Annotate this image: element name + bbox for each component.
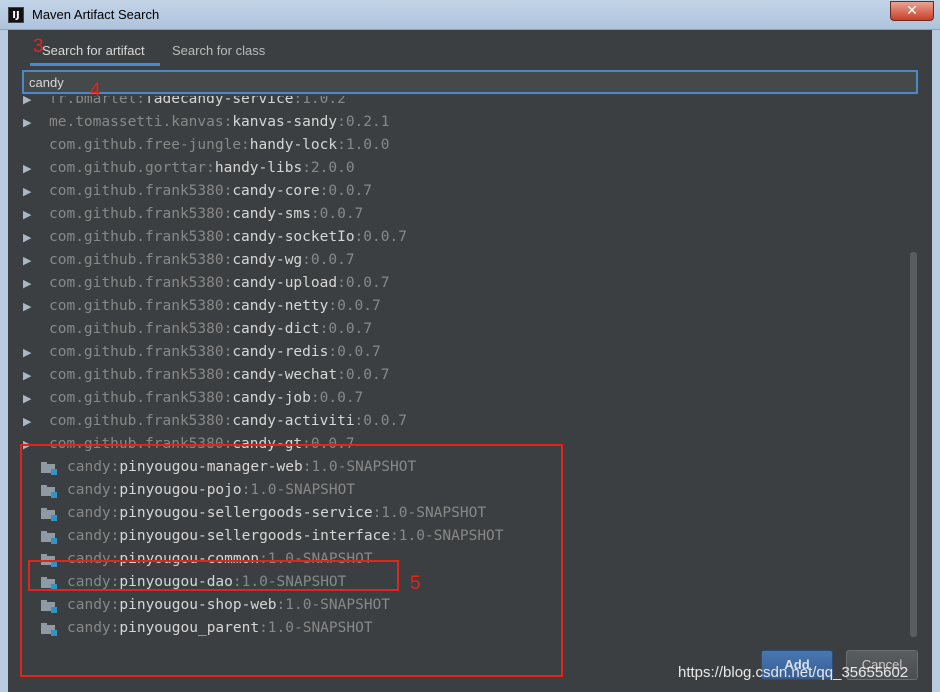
- result-row[interactable]: ▶ fr.bmartel:fadecandy-service:1.0.2: [20, 96, 346, 111]
- result-artifact-id: candy-core: [232, 183, 320, 199]
- tab-search-for-artifact[interactable]: Search for artifact: [42, 43, 145, 58]
- expand-arrow-icon[interactable]: ▶: [23, 249, 31, 272]
- result-group-id: com.github.frank5380:: [49, 252, 233, 268]
- result-row[interactable]: ▶ com.github.frank5380:candy-activiti:0.0…: [20, 410, 407, 433]
- result-group-id: com.github.free-jungle:: [49, 137, 250, 153]
- result-version: :0.0.7: [337, 367, 390, 383]
- result-group-id: com.github.frank5380:: [49, 183, 233, 199]
- result-row[interactable]: ▶ com.github.frank5380:candy-redis:0.0.7: [20, 341, 381, 364]
- result-artifact-id: candy-sms: [232, 206, 311, 222]
- tab-search-for-class[interactable]: Search for class: [172, 43, 265, 58]
- result-group-id: com.github.frank5380:: [49, 390, 233, 406]
- expand-arrow-icon[interactable]: ▶: [23, 295, 31, 318]
- result-row[interactable]: ▶ com.github.frank5380:candy-wg:0.0.7: [20, 249, 355, 272]
- annotation-box-pinyougou-dao: [28, 560, 399, 591]
- result-group-id: com.github.frank5380:: [49, 321, 233, 337]
- result-version: :1.0.0: [337, 137, 390, 153]
- result-version: :0.0.7: [319, 183, 373, 199]
- result-group-id: me.tomassetti.kanvas:: [49, 114, 233, 130]
- result-group-id: com.github.frank5380:: [49, 298, 233, 314]
- close-icon: ✕: [906, 3, 918, 19]
- result-artifact-id: candy-wg: [232, 252, 303, 268]
- result-group-id: com.github.frank5380:: [49, 344, 233, 360]
- active-tab-indicator: [30, 63, 160, 66]
- result-artifact-id: candy-activiti: [232, 413, 355, 429]
- result-row[interactable]: ▶ com.github.frank5380:candy-socketIo:0.0…: [20, 226, 407, 249]
- expand-arrow-icon[interactable]: ▶: [23, 96, 31, 111]
- result-row[interactable]: ▶ com.github.frank5380:candy-sms:0.0.7: [20, 203, 363, 226]
- title-bar[interactable]: IJ Maven Artifact Search ✕: [0, 0, 940, 30]
- result-version: :0.0.7: [328, 298, 381, 314]
- result-version: :1.0.2: [293, 96, 346, 107]
- result-artifact-id: candy-socketIo: [232, 229, 355, 245]
- result-artifact-id: candy-netty: [232, 298, 329, 314]
- result-group-id: com.github.frank5380:: [49, 206, 233, 222]
- window-frame-right: [932, 30, 940, 692]
- result-group-id: com.github.gorttar:: [49, 160, 215, 176]
- result-version: :0.0.7: [354, 413, 407, 429]
- result-version: :2.0.0: [302, 160, 355, 176]
- result-artifact-id: candy-upload: [232, 275, 338, 291]
- scrollbar-thumb[interactable]: [910, 252, 917, 637]
- annotation-number-4: 4: [90, 80, 101, 101]
- expand-arrow-icon[interactable]: ▶: [23, 111, 31, 134]
- result-artifact-id: candy-redis: [232, 344, 329, 360]
- result-row[interactable]: ▶ com.github.frank5380:candy-upload:0.0.7: [20, 272, 389, 295]
- result-group-id: com.github.frank5380:: [49, 367, 233, 383]
- result-artifact-id: handy-lock: [249, 137, 338, 153]
- result-group-id: com.github.frank5380:: [49, 229, 233, 245]
- result-row[interactable]: ▶ com.github.frank5380:candy-netty:0.0.7: [20, 295, 381, 318]
- result-row[interactable]: ▶ com.github.gorttar:handy-libs:2.0.0: [20, 157, 355, 180]
- result-row[interactable]: ▶ com.github.frank5380:candy-wechat:0.0.7: [20, 364, 389, 387]
- result-group-id: com.github.frank5380:: [49, 275, 233, 291]
- result-artifact-id: candy-job: [232, 390, 311, 406]
- intellij-icon: IJ: [8, 7, 24, 23]
- result-artifact-id: candy-dict: [232, 321, 320, 337]
- expand-arrow-icon[interactable]: ▶: [23, 341, 31, 364]
- expand-arrow-icon[interactable]: ▶: [23, 387, 31, 410]
- annotation-number-3: 3: [33, 36, 44, 57]
- result-version: :0.0.7: [354, 229, 407, 245]
- window-frame-left: [0, 30, 8, 692]
- result-version: :0.0.7: [310, 206, 364, 222]
- result-version: :0.0.7: [319, 321, 373, 337]
- result-artifact-id: fadecandy-service: [145, 96, 294, 107]
- result-row[interactable]: ▶ me.tomassetti.kanvas:kanvas-sandy:0.2.1: [20, 111, 389, 134]
- expand-arrow-icon[interactable]: ▶: [23, 272, 31, 295]
- result-version: :0.0.7: [328, 344, 381, 360]
- expand-arrow-icon[interactable]: ▶: [23, 180, 31, 203]
- result-row[interactable]: com.github.free-jungle:handy-lock:1.0.0: [20, 134, 390, 157]
- window-title: Maven Artifact Search: [32, 7, 160, 22]
- expand-arrow-icon[interactable]: ▶: [23, 226, 31, 249]
- expand-arrow-icon[interactable]: ▶: [23, 410, 31, 433]
- result-version: :0.0.7: [337, 275, 390, 291]
- expand-arrow-icon[interactable]: ▶: [23, 364, 31, 387]
- expand-arrow-icon[interactable]: ▶: [23, 203, 31, 226]
- result-row[interactable]: ▶ com.github.frank5380:candy-core:0.0.7: [20, 180, 372, 203]
- dialog-content: Search for artifact Search for class ▶fr…: [8, 30, 932, 692]
- result-group-id: com.github.frank5380:: [49, 413, 233, 429]
- result-artifact-id: candy-wechat: [232, 367, 338, 383]
- watermark: https://blog.csdn.net/qq_35655602: [678, 664, 909, 681]
- search-input[interactable]: [22, 70, 918, 94]
- result-artifact-id: kanvas-sandy: [232, 114, 338, 130]
- expand-arrow-icon[interactable]: ▶: [23, 157, 31, 180]
- result-artifact-id: handy-libs: [214, 160, 303, 176]
- result-row[interactable]: ▶ com.github.frank5380:candy-job:0.0.7: [20, 387, 363, 410]
- close-button[interactable]: ✕: [890, 1, 934, 21]
- result-version: :0.2.1: [337, 114, 390, 130]
- result-version: :0.0.7: [310, 390, 364, 406]
- result-row[interactable]: com.github.frank5380:candy-dict:0.0.7: [20, 318, 372, 341]
- result-version: :0.0.7: [302, 252, 355, 268]
